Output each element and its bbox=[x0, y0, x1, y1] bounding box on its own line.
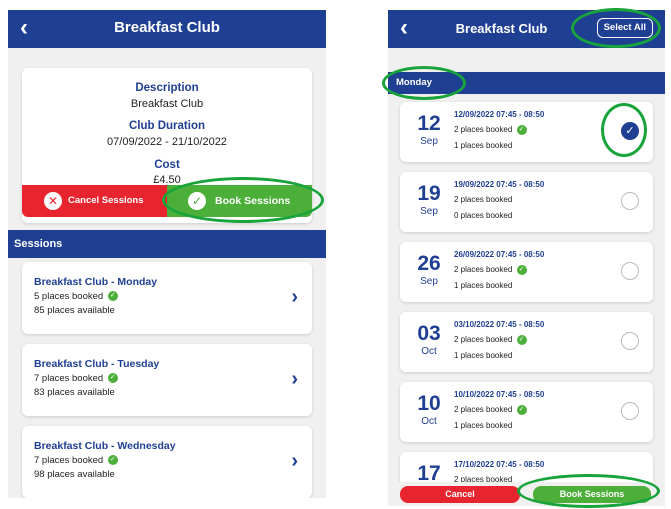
date-time: 03/10/2022 07:45 - 08:50 bbox=[454, 320, 545, 329]
day-heading: Monday bbox=[388, 72, 665, 94]
check-circle-icon: ✓ bbox=[107, 373, 118, 384]
radio-unchecked-icon[interactable] bbox=[621, 332, 639, 350]
date-my-booked: 1 places booked bbox=[454, 351, 513, 360]
session-booked-text: 7 places booked bbox=[34, 373, 104, 384]
cancel-sessions-label: Cancel Sessions bbox=[68, 195, 144, 206]
check-circle-icon: ✓ bbox=[107, 291, 118, 302]
date-day: 26 bbox=[417, 252, 441, 275]
session-dates-screen: ‹ Breakfast Club Select All Monday 12 Se… bbox=[388, 10, 665, 506]
date-booked: 2 places booked ✓ bbox=[454, 265, 527, 275]
date-my-booked: 1 places booked bbox=[454, 141, 513, 150]
check-circle-icon: ✓ bbox=[107, 455, 118, 466]
date-booked-text: 2 places booked bbox=[454, 335, 513, 345]
session-available: 98 places available bbox=[34, 469, 115, 480]
date-booked: 2 places booked ✓ bbox=[454, 405, 527, 415]
date-booked-text: 2 places booked bbox=[454, 405, 513, 415]
check-circle-icon: ✓ bbox=[516, 405, 527, 415]
date-item[interactable]: 26 Sep 26/09/2022 07:45 - 08:50 2 places… bbox=[400, 242, 653, 302]
session-booked: 7 places booked ✓ bbox=[34, 455, 118, 466]
page-title: Breakfast Club bbox=[114, 19, 220, 36]
date-day: 12 bbox=[417, 112, 441, 135]
date-my-booked: 1 places booked bbox=[454, 281, 513, 290]
date-day: 19 bbox=[417, 182, 441, 205]
description-label: Description bbox=[135, 82, 199, 94]
session-title: Breakfast Club - Wednesday bbox=[34, 440, 176, 452]
session-item-tuesday[interactable]: Breakfast Club - Tuesday 7 places booked… bbox=[22, 344, 312, 416]
check-circle-icon: ✓ bbox=[516, 265, 527, 275]
session-booked-text: 7 places booked bbox=[34, 455, 104, 466]
duration-value: 07/09/2022 - 21/10/2022 bbox=[107, 136, 227, 148]
date-my-booked: 0 places booked bbox=[454, 211, 513, 220]
date-month: Oct bbox=[421, 416, 437, 427]
date-month: Oct bbox=[421, 346, 437, 357]
session-item-wednesday[interactable]: Breakfast Club - Wednesday 7 places book… bbox=[22, 426, 312, 498]
cancel-button[interactable]: Cancel bbox=[400, 486, 520, 503]
description-value: Breakfast Club bbox=[130, 98, 204, 110]
date-booked: 2 places booked bbox=[454, 195, 512, 204]
select-all-button[interactable]: Select All bbox=[596, 18, 653, 38]
book-sessions-label: Book Sessions bbox=[215, 195, 291, 207]
chevron-right-icon: › bbox=[291, 286, 298, 308]
check-icon: ✓ bbox=[188, 192, 206, 210]
radio-unchecked-icon[interactable] bbox=[621, 402, 639, 420]
session-booked: 5 places booked ✓ bbox=[34, 291, 118, 302]
duration-label: Club Duration bbox=[128, 120, 206, 132]
session-available: 83 places available bbox=[34, 387, 115, 398]
date-booked-text: 2 places booked bbox=[454, 195, 513, 204]
date-month: Sep bbox=[420, 276, 438, 287]
cost-label: Cost bbox=[154, 159, 180, 171]
date-time: 19/09/2022 07:45 - 08:50 bbox=[454, 180, 545, 189]
date-my-booked: 1 places booked bbox=[454, 421, 513, 430]
session-booked: 7 places booked ✓ bbox=[34, 373, 118, 384]
date-day: 03 bbox=[417, 322, 441, 345]
date-time: 17/10/2022 07:45 - 08:50 bbox=[454, 460, 545, 469]
date-item[interactable]: 19 Sep 19/09/2022 07:45 - 08:50 2 places… bbox=[400, 172, 653, 232]
session-title: Breakfast Club - Tuesday bbox=[34, 358, 160, 370]
radio-unchecked-icon[interactable] bbox=[621, 192, 639, 210]
check-circle-icon: ✓ bbox=[516, 125, 527, 135]
check-circle-icon: ✓ bbox=[516, 335, 527, 345]
cancel-sessions-button[interactable]: ✕ Cancel Sessions bbox=[22, 185, 167, 217]
chevron-right-icon: › bbox=[291, 450, 298, 472]
session-title: Breakfast Club - Monday bbox=[34, 276, 158, 288]
date-item[interactable]: 10 Oct 10/10/2022 07:45 - 08:50 2 places… bbox=[400, 382, 653, 442]
date-time: 26/09/2022 07:45 - 08:50 bbox=[454, 250, 545, 259]
app-header: ‹ Breakfast Club bbox=[8, 10, 326, 48]
date-time: 10/10/2022 07:45 - 08:50 bbox=[454, 390, 545, 399]
date-booked-text: 2 places booked bbox=[454, 265, 513, 275]
session-booked-text: 5 places booked bbox=[34, 291, 104, 302]
date-booked-text: 2 places booked bbox=[454, 125, 513, 135]
date-item[interactable]: 12 Sep 12/09/2022 07:45 - 08:50 2 places… bbox=[400, 102, 653, 162]
app-header: ‹ Breakfast Club Select All bbox=[388, 10, 665, 48]
bottom-action-bar: Cancel Book Sessions bbox=[388, 482, 665, 506]
date-day: 10 bbox=[417, 392, 441, 415]
sessions-heading: Sessions bbox=[8, 230, 326, 258]
session-details-screen: ‹ Breakfast Club Description Breakfast C… bbox=[8, 10, 326, 498]
date-booked: 2 places booked ✓ bbox=[454, 125, 527, 135]
date-item[interactable]: 03 Oct 03/10/2022 07:45 - 08:50 2 places… bbox=[400, 312, 653, 372]
date-booked: 2 places booked ✓ bbox=[454, 335, 527, 345]
page-title: Breakfast Club bbox=[455, 21, 548, 36]
date-month: Sep bbox=[420, 206, 438, 217]
selected-check-icon[interactable]: ✓ bbox=[621, 122, 639, 140]
session-available: 85 places available bbox=[34, 305, 115, 316]
close-icon: ✕ bbox=[44, 192, 62, 210]
book-sessions-button[interactable]: ✓ Book Sessions bbox=[167, 185, 312, 217]
radio-unchecked-icon[interactable] bbox=[621, 262, 639, 280]
book-sessions-button[interactable]: Book Sessions bbox=[533, 486, 651, 503]
chevron-right-icon: › bbox=[291, 368, 298, 390]
date-month: Sep bbox=[420, 136, 438, 147]
date-time: 12/09/2022 07:45 - 08:50 bbox=[454, 110, 545, 119]
session-item-monday[interactable]: Breakfast Club - Monday 5 places booked … bbox=[22, 262, 312, 334]
